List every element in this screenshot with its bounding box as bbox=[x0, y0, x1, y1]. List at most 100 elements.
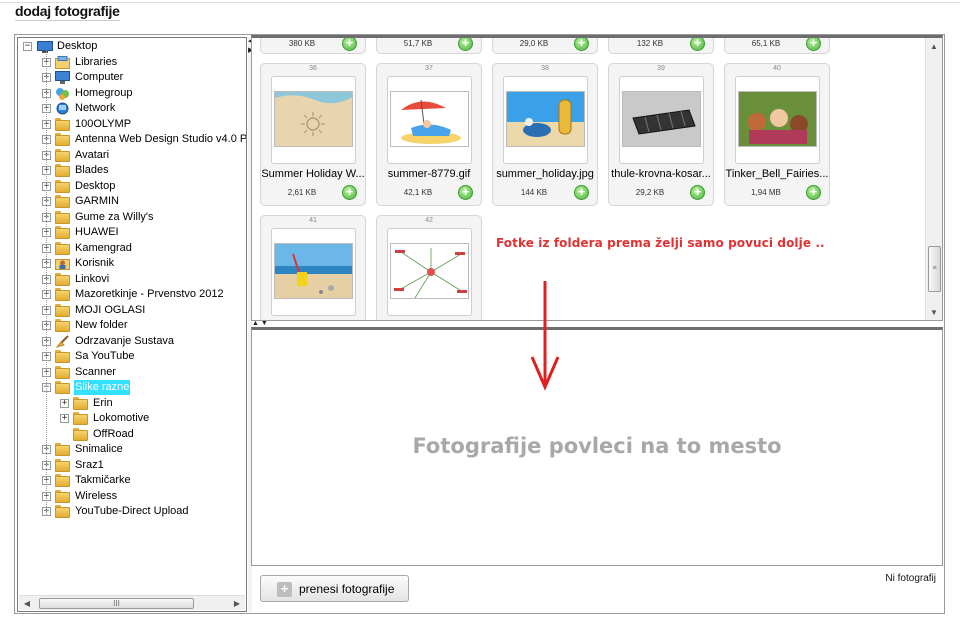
thumbnail-frame bbox=[271, 228, 356, 316]
tree-root-label: Desktop bbox=[57, 40, 98, 52]
tree-item-label: Korisnik bbox=[75, 257, 115, 269]
thumbnail-image[interactable] bbox=[274, 91, 353, 147]
add-plus-icon[interactable]: + bbox=[342, 185, 357, 200]
gallery-vertical-scrollbar[interactable]: ▲ ≡ ▼ bbox=[925, 38, 942, 320]
thumbnail-card[interactable]: 132 KB + bbox=[608, 38, 714, 54]
thumbnail-filename: summer_holiday.jpg bbox=[496, 168, 594, 180]
thumbnail-filename: Summer Holiday W... bbox=[261, 168, 365, 180]
thumbnail-size: 2,61 KB bbox=[287, 188, 317, 197]
folder-icon bbox=[55, 133, 70, 146]
tree-item-label: Computer bbox=[75, 71, 124, 83]
thumbnail-card[interactable]: 51,7 KB + bbox=[376, 38, 482, 54]
status-text: Ni fotografij bbox=[885, 573, 936, 584]
add-plus-icon[interactable]: + bbox=[574, 38, 589, 51]
thumbnail-number: 36 bbox=[309, 65, 317, 72]
thumbnail-size: 144 KB bbox=[520, 188, 548, 197]
add-plus-icon[interactable]: + bbox=[574, 185, 589, 200]
thumbnail-frame bbox=[503, 76, 588, 164]
thumbnail-image[interactable] bbox=[274, 243, 353, 299]
drag-hint: Fotke iz foldera prema želji samo povuci… bbox=[496, 236, 825, 250]
tree-item-label: Snimalice bbox=[75, 443, 123, 455]
red-down-arrow-icon bbox=[530, 281, 560, 391]
desktop-icon bbox=[37, 41, 53, 53]
thumbnail-image[interactable] bbox=[390, 91, 469, 147]
add-plus-icon[interactable]: + bbox=[342, 38, 357, 51]
tree-item-label: New folder bbox=[75, 319, 128, 331]
tree-item-label: Takmičarke bbox=[75, 474, 131, 486]
upload-button[interactable]: + prenesi fotografije bbox=[260, 575, 409, 602]
tree-item-label: Mazoretkinje - Prvenstvo 2012 bbox=[75, 288, 224, 300]
expand-icon[interactable]: + bbox=[60, 398, 69, 408]
broom-icon bbox=[55, 334, 70, 348]
tree-connector-line bbox=[46, 50, 47, 515]
scroll-left-icon[interactable]: ◀ bbox=[22, 599, 32, 609]
thumbnail-card[interactable]: 65,1 KB + bbox=[724, 38, 830, 54]
add-plus-icon[interactable]: + bbox=[458, 185, 473, 200]
folder-icon bbox=[55, 443, 70, 456]
expand-icon[interactable]: + bbox=[60, 414, 69, 423]
add-plus-icon[interactable]: + bbox=[690, 185, 705, 200]
user-folder-icon bbox=[55, 257, 70, 270]
thumbnail-frame bbox=[619, 76, 704, 164]
thumbnail-gallery[interactable]: 380 KB + 51,7 KB + 29,0 KB + 132 KB +65,1 KB +36… bbox=[251, 35, 943, 321]
folder-icon bbox=[55, 241, 70, 255]
folder-icon bbox=[55, 365, 70, 379]
thumbnail-frame bbox=[271, 76, 356, 164]
thumbnail-number: 39 bbox=[657, 65, 665, 72]
tree-horizontal-scrollbar[interactable]: ◀ III ▶ bbox=[19, 595, 245, 610]
upload-button-label: prenesi fotografije bbox=[299, 582, 395, 596]
tree-item-label: OffRoad bbox=[93, 427, 134, 440]
add-plus-icon[interactable]: + bbox=[806, 185, 821, 200]
drop-zone-text: Fotografije povleci na to mesto bbox=[412, 434, 782, 458]
folder-icon bbox=[73, 427, 88, 441]
folder-icon bbox=[55, 164, 70, 177]
thumbnail-image[interactable] bbox=[622, 91, 701, 147]
thumbnail-card[interactable]: 29,0 KB + bbox=[492, 38, 598, 54]
thumbnail-card[interactable]: 36 Summer Holiday W... 2,61 KB + bbox=[260, 63, 366, 206]
folder-icon bbox=[55, 474, 70, 487]
tree-item-label: Gume za Willy's bbox=[75, 210, 154, 223]
network-icon bbox=[55, 102, 70, 115]
upload-plus-icon: + bbox=[277, 582, 292, 597]
folder-icon bbox=[55, 195, 70, 208]
scroll-down-icon[interactable]: ▼ bbox=[929, 308, 939, 317]
folder-icon bbox=[55, 179, 70, 193]
thumbnail-image[interactable] bbox=[738, 91, 817, 147]
thumbnail-number: 42 bbox=[425, 217, 433, 224]
folder-icon bbox=[55, 489, 70, 503]
folder-tree[interactable]: − Desktop + Libraries + Computer + Homegroup +… bbox=[17, 37, 247, 612]
thumbnail-frame bbox=[387, 228, 472, 316]
thumbnail-size: 65,1 KB bbox=[751, 39, 781, 48]
thumbnail-card[interactable]: 37 summer-8779.gif 42,1 KB + bbox=[376, 63, 482, 206]
thumbnail-number: 38 bbox=[541, 65, 549, 72]
thumbnail-image[interactable] bbox=[390, 243, 469, 299]
thumbnail-size: 42,1 KB bbox=[403, 188, 433, 197]
add-plus-icon[interactable]: + bbox=[458, 38, 473, 51]
drop-zone[interactable]: Fotografije povleci na to mesto bbox=[251, 327, 943, 566]
folder-icon bbox=[55, 288, 70, 301]
thumbnail-card[interactable]: 38 summer_holiday.jpg 144 KB + bbox=[492, 63, 598, 206]
thumbnail-size: 132 KB bbox=[636, 39, 664, 48]
thumbnail-size: 1,94 MB bbox=[751, 188, 781, 197]
tree-item-label: Scanner bbox=[75, 365, 116, 378]
folder-icon bbox=[55, 117, 70, 131]
thumbnail-card[interactable]: 42 bbox=[376, 215, 482, 320]
top-rule bbox=[0, 2, 960, 3]
scroll-up-icon[interactable]: ▲ bbox=[929, 42, 939, 51]
folder-icon bbox=[55, 226, 70, 239]
add-plus-icon[interactable]: + bbox=[690, 38, 705, 51]
tree-item-label: YouTube-Direct Upload bbox=[75, 505, 189, 517]
collapse-icon[interactable]: − bbox=[23, 42, 32, 51]
thumbnail-image[interactable] bbox=[506, 91, 585, 147]
page-title: dodaj fotografije bbox=[15, 3, 120, 21]
folder-icon bbox=[55, 319, 70, 332]
thumbnail-card[interactable]: 41 bbox=[260, 215, 366, 320]
thumbnail-card[interactable]: 40 Tinker_Bell_Fairies... 1,94 MB + bbox=[724, 63, 830, 206]
thumbnail-card[interactable]: 380 KB + bbox=[260, 38, 366, 54]
gallery-scroll-thumb[interactable]: ≡ bbox=[928, 246, 941, 292]
add-plus-icon[interactable]: + bbox=[806, 38, 821, 51]
tree-scroll-thumb[interactable]: III bbox=[39, 598, 194, 609]
scroll-right-icon[interactable]: ▶ bbox=[232, 599, 242, 609]
thumbnail-card[interactable]: 39 thule-krovna-kosar... 29,2 KB + bbox=[608, 63, 714, 206]
tree-item-label: Wireless bbox=[75, 489, 118, 502]
